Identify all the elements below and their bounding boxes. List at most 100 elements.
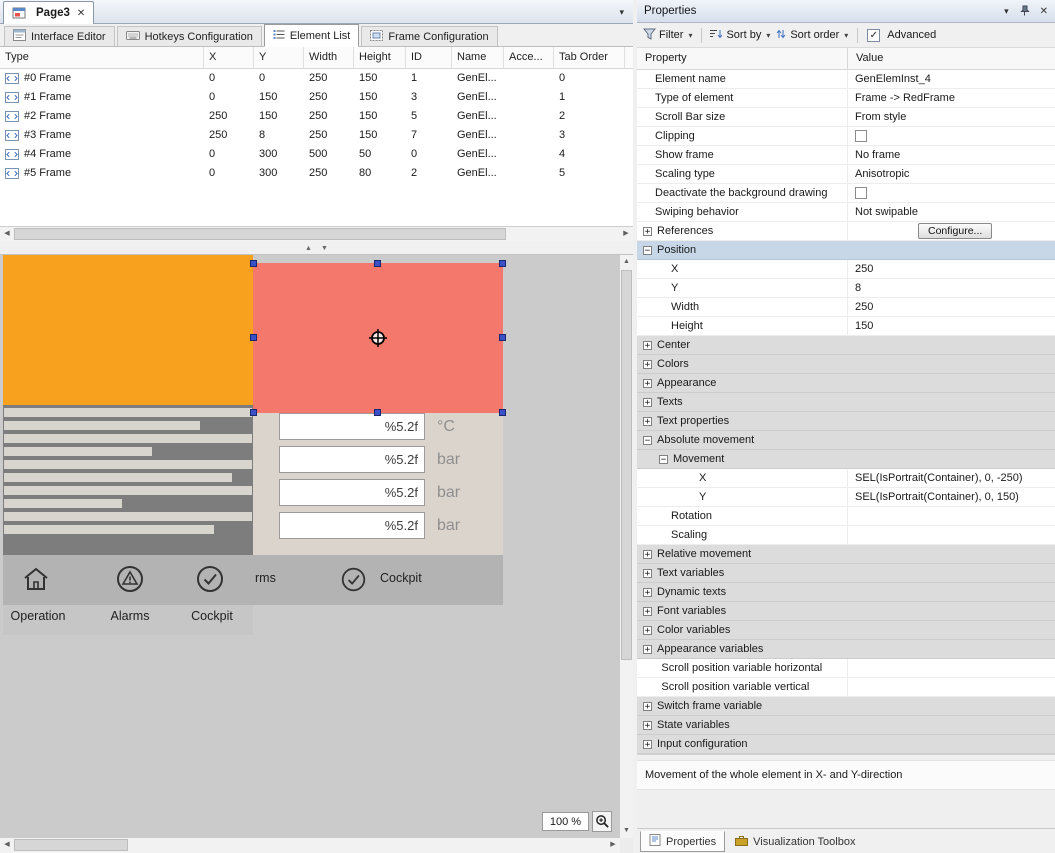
table-row[interactable]: #1 Frame01502501503GenEl...1 <box>0 88 633 107</box>
property-row-height[interactable]: Height150 <box>637 317 1055 336</box>
close-icon[interactable]: ✕ <box>1040 6 1048 17</box>
property-category-input-configuration[interactable]: +Input configuration <box>637 735 1055 754</box>
property-row-y[interactable]: YSEL(IsPortrait(Container), 0, 150) <box>637 488 1055 507</box>
column-header-x[interactable]: X <box>204 47 254 68</box>
tab-frame-configuration[interactable]: Frame Configuration <box>361 26 497 46</box>
value-input[interactable] <box>279 479 425 506</box>
property-value[interactable] <box>848 678 1055 696</box>
property-value[interactable]: Not swipable <box>848 203 1055 221</box>
selection-handle-sw[interactable] <box>250 409 257 416</box>
property-row-x[interactable]: X250 <box>637 260 1055 279</box>
scroll-up-icon[interactable]: ▲ <box>620 255 633 269</box>
expand-icon[interactable]: + <box>643 227 652 236</box>
checkbox[interactable] <box>855 130 867 142</box>
tab-close-icon[interactable]: ✕ <box>77 8 85 19</box>
splitter-up-icon[interactable]: ▲ <box>305 245 312 252</box>
property-row-scroll-position-variable-horizontal[interactable]: Scroll position variable horizontal <box>637 659 1055 678</box>
tab-element-list[interactable]: Element List <box>264 24 360 47</box>
property-value[interactable]: 150 <box>848 317 1055 335</box>
table-h-scrollbar[interactable]: ◀ ▶ <box>0 227 633 241</box>
property-row-scroll-bar-size[interactable]: Scroll Bar sizeFrom style <box>637 108 1055 127</box>
property-row-clipping[interactable]: Clipping <box>637 127 1055 146</box>
property-category-appearance[interactable]: +Appearance <box>637 374 1055 393</box>
property-value[interactable] <box>848 526 1055 544</box>
pin-icon[interactable] <box>1019 5 1030 18</box>
collapse-icon[interactable]: − <box>659 455 668 464</box>
column-header-type[interactable]: Type <box>0 47 204 68</box>
filter-icon[interactable] <box>643 28 656 43</box>
property-value[interactable] <box>848 184 1055 202</box>
property-row-scroll-position-variable-vertical[interactable]: Scroll position variable vertical <box>637 678 1055 697</box>
expand-icon[interactable]: + <box>643 341 652 350</box>
property-row-references[interactable]: +ReferencesConfigure... <box>637 222 1055 241</box>
property-row-element-name[interactable]: Element nameGenElemInst_4 <box>637 70 1055 89</box>
scroll-left-icon[interactable]: ◀ <box>0 227 14 241</box>
table-row[interactable]: #5 Frame0300250802GenEl...5 <box>0 164 633 183</box>
property-value[interactable]: 250 <box>848 298 1055 316</box>
property-value[interactable]: GenElemInst_4 <box>848 70 1055 88</box>
expand-icon[interactable]: + <box>643 645 652 654</box>
column-header-value[interactable]: Value <box>848 48 1055 69</box>
filter-button[interactable]: Filter <box>659 29 683 41</box>
expand-icon[interactable]: + <box>643 702 652 711</box>
property-category-state-variables[interactable]: +State variables <box>637 716 1055 735</box>
canvas-h-scrollbar[interactable]: ◀ ▶ <box>0 838 620 853</box>
toolbar-frame-narrow[interactable]: Operation Alarms Cockpit <box>3 555 253 635</box>
property-value[interactable]: 250 <box>848 260 1055 278</box>
table-row[interactable]: #0 Frame002501501GenEl...0 <box>0 69 633 88</box>
expand-icon[interactable]: + <box>643 721 652 730</box>
column-header-name[interactable]: Name <box>452 47 504 68</box>
property-value[interactable]: Frame -> RedFrame <box>848 89 1055 107</box>
selection-handle-se[interactable] <box>499 409 506 416</box>
property-category-center[interactable]: +Center <box>637 336 1055 355</box>
property-row-x[interactable]: XSEL(IsPortrait(Container), 0, -250) <box>637 469 1055 488</box>
property-value[interactable]: SEL(IsPortrait(Container), 0, 150) <box>848 488 1055 506</box>
expand-icon[interactable]: + <box>643 550 652 559</box>
pane-splitter[interactable]: ▲ ▼ <box>0 241 633 255</box>
expand-icon[interactable]: + <box>643 607 652 616</box>
scroll-right-icon[interactable]: ▶ <box>606 838 620 852</box>
property-row-type-of-element[interactable]: Type of elementFrame -> RedFrame <box>637 89 1055 108</box>
collapse-icon[interactable]: − <box>643 246 652 255</box>
selection-handle-nw[interactable] <box>250 260 257 267</box>
property-category-font-variables[interactable]: +Font variables <box>637 602 1055 621</box>
column-header-height[interactable]: Height <box>354 47 406 68</box>
column-header-tab-order[interactable]: Tab Order <box>554 47 625 68</box>
scroll-right-icon[interactable]: ▶ <box>619 227 633 241</box>
scrollbar-thumb[interactable] <box>621 270 632 660</box>
property-value[interactable] <box>848 127 1055 145</box>
property-value[interactable]: Configure... <box>848 222 1055 240</box>
column-header-y[interactable]: Y <box>254 47 304 68</box>
property-category-text-variables[interactable]: +Text variables <box>637 564 1055 583</box>
property-value[interactable]: No frame <box>848 146 1055 164</box>
splitter-down-icon[interactable]: ▼ <box>321 245 328 252</box>
property-row-swiping-behavior[interactable]: Swiping behaviorNot swipable <box>637 203 1055 222</box>
zoom-level-select[interactable]: 100 % <box>542 812 589 831</box>
property-value[interactable]: SEL(IsPortrait(Container), 0, -250) <box>848 469 1055 487</box>
column-header-id[interactable]: ID <box>406 47 452 68</box>
selection-handle-e[interactable] <box>499 334 506 341</box>
selection-handle-n[interactable] <box>374 260 381 267</box>
value-input[interactable] <box>279 512 425 539</box>
sort-by-button[interactable]: Sort by <box>726 29 761 41</box>
selection-handle-s[interactable] <box>374 409 381 416</box>
property-value[interactable]: Anisotropic <box>848 165 1055 183</box>
checkbox[interactable] <box>855 187 867 199</box>
expand-icon[interactable]: + <box>643 417 652 426</box>
document-tab-page3[interactable]: Page3 ✕ <box>3 1 94 24</box>
property-category-color-variables[interactable]: +Color variables <box>637 621 1055 640</box>
expand-icon[interactable]: + <box>643 360 652 369</box>
sort-order-icon[interactable] <box>775 28 787 43</box>
property-category-absolute-movement[interactable]: −Absolute movement <box>637 431 1055 450</box>
property-category-movement[interactable]: −Movement <box>637 450 1055 469</box>
inputs-frame[interactable]: °C bar bar bar <box>253 405 503 555</box>
table-row[interactable]: #2 Frame2501502501505GenEl...2 <box>0 107 633 126</box>
tab-interface-editor[interactable]: Interface Editor <box>4 26 115 46</box>
scrollbar-thumb[interactable] <box>14 228 506 240</box>
configure-button[interactable]: Configure... <box>918 223 992 239</box>
tab-list-dropdown-icon[interactable]: ▾ <box>619 7 624 18</box>
expand-icon[interactable]: + <box>643 626 652 635</box>
tab-visualization-toolbox[interactable]: Visualization Toolbox <box>727 831 863 852</box>
filter-dropdown-icon[interactable]: ▾ <box>688 31 692 40</box>
property-category-appearance-variables[interactable]: +Appearance variables <box>637 640 1055 659</box>
